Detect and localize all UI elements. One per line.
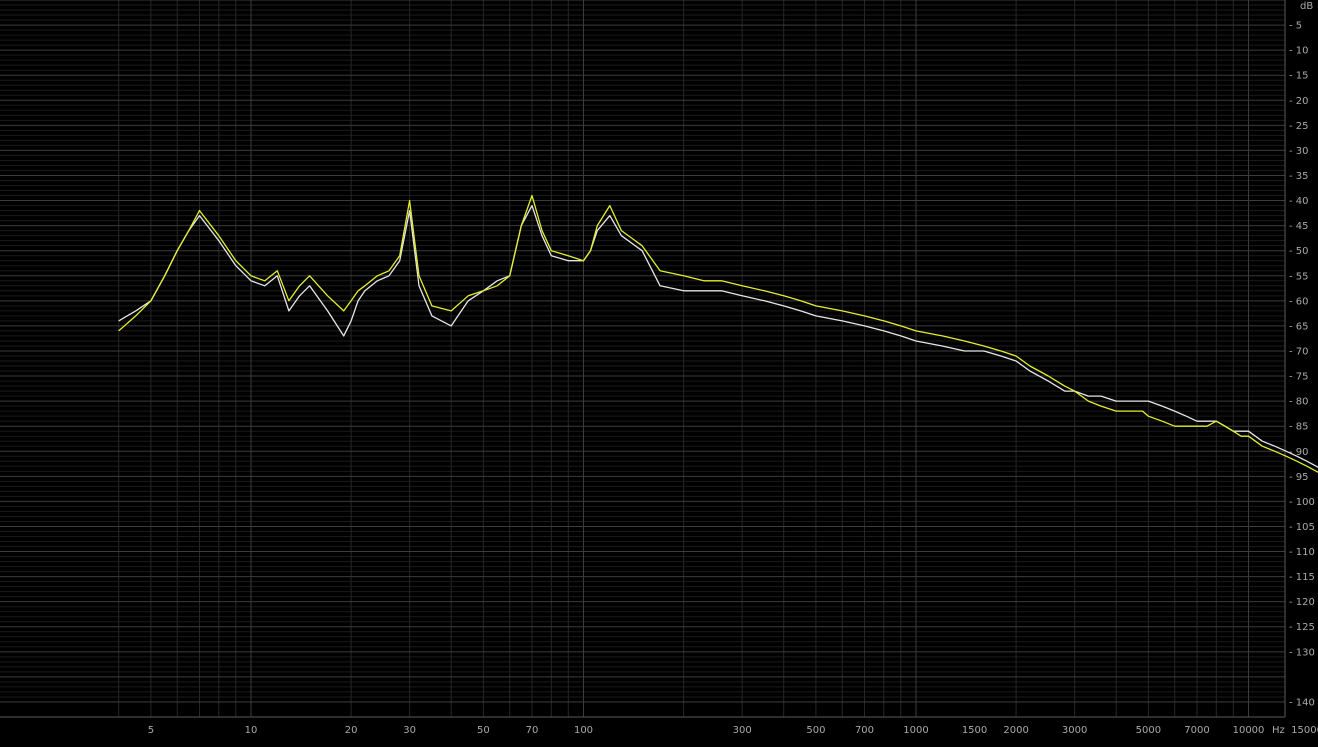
y-tick-label: - 35 [1289,171,1309,182]
y-tick-label: - 85 [1289,422,1309,433]
x-tick-label: 100 [574,725,593,736]
x-tick-label: 7000 [1184,725,1209,736]
y-tick-label: - 55 [1289,271,1309,282]
x-tick-label: 50 [477,725,490,736]
x-tick-label: 700 [855,725,874,736]
x-tick-label: 1000 [903,725,928,736]
y-tick-label: - 100 [1289,497,1315,508]
x-tick-label: 15000 [1291,725,1318,736]
x-tick-label: 3000 [1062,725,1087,736]
y-tick-label: - 15 [1289,71,1309,82]
x-tick-label: 5 [148,725,154,736]
y-tick-label: - 115 [1289,572,1315,583]
spectrum-chart: 5 10 20 30 50 70 100 300 500 700 1000 1500 2000 3000 5… [0,0,1318,743]
y-tick-label: - 60 [1289,296,1309,307]
x-tick-label: 2000 [1003,725,1028,736]
y-tick-label: - 130 [1289,647,1315,658]
x-axis-unit-label: Hz [1272,725,1285,736]
x-tick-label: 10 [245,725,258,736]
y-tick-label: - 75 [1289,372,1309,383]
x-tick-label: 30 [403,725,416,736]
y-tick-label: - 50 [1289,246,1309,257]
y-tick-label: - 70 [1289,346,1309,357]
y-tick-label: - 110 [1289,547,1315,558]
y-tick-label: - 40 [1289,196,1309,207]
y-tick-label: - 95 [1289,472,1309,483]
y-tick-label: - 140 [1289,697,1315,708]
y-tick-label: - 20 [1289,96,1309,107]
y-tick-label: - 125 [1289,622,1315,633]
x-tick-label: 1500 [962,725,987,736]
x-tick-label: 70 [526,725,539,736]
x-tick-label: 20 [345,725,358,736]
y-tick-label: - 30 [1289,146,1309,157]
x-tick-label: 5000 [1136,725,1161,736]
y-tick-label: - 105 [1289,522,1315,533]
y-tick-label: - 45 [1289,221,1309,232]
y-axis-unit-label: dB [1300,1,1313,12]
y-tick-label: - 10 [1289,46,1309,57]
y-tick-label: - 25 [1289,121,1309,132]
y-tick-label: - 90 [1289,447,1309,458]
y-tick-label: - 65 [1289,321,1309,332]
spectrum-analyzer: 5 10 20 30 50 70 100 300 500 700 1000 1500 2000 3000 5… [0,0,1318,743]
x-tick-label: 10000 [1233,725,1265,736]
x-tick-label: 500 [806,725,825,736]
x-tick-label: 300 [733,725,752,736]
y-tick-label: - 5 [1289,21,1302,32]
y-tick-label: - 120 [1289,597,1315,608]
y-tick-label: - 80 [1289,397,1309,408]
